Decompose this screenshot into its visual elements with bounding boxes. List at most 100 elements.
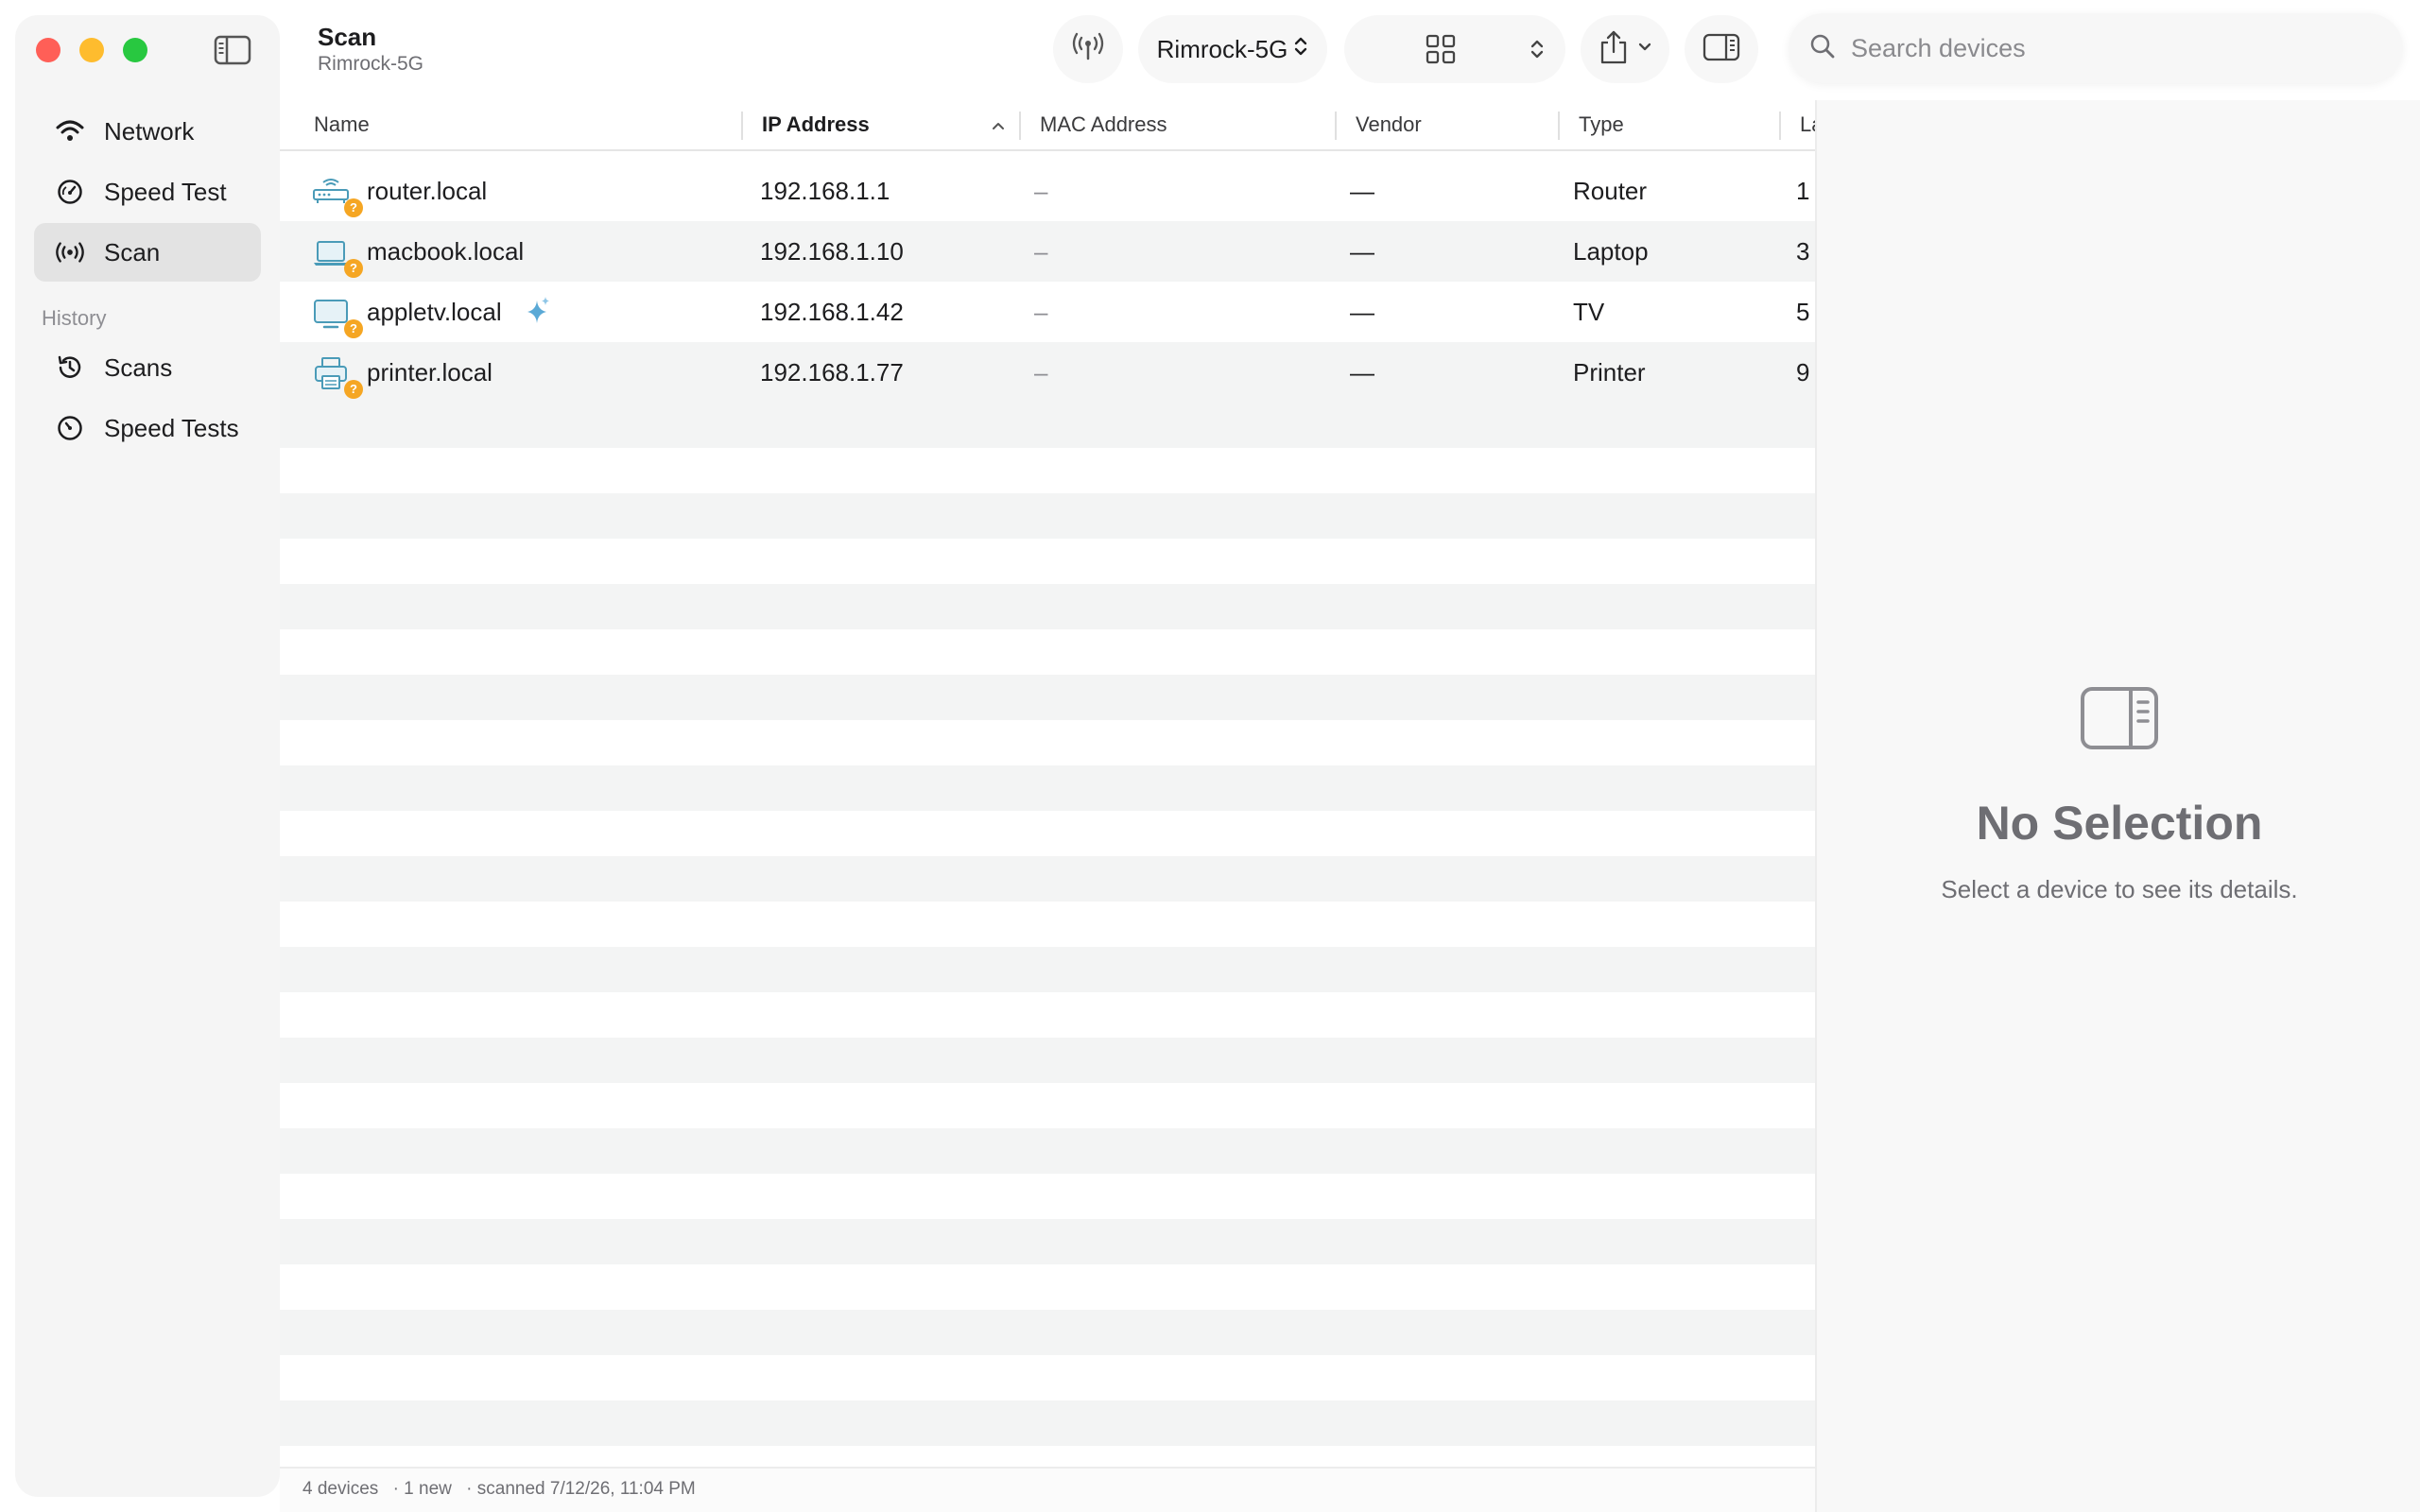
column-header-name[interactable]: Name <box>314 100 370 149</box>
device-name: printer.local <box>367 358 493 387</box>
no-selection-title: No Selection <box>1976 797 2263 850</box>
device-name: appletv.local <box>367 298 502 326</box>
device-last-seen: 3 <box>1796 237 1810 266</box>
search-bar[interactable] <box>1789 13 2403 83</box>
device-vendor: — <box>1350 177 1374 205</box>
column-header-type[interactable]: Type <box>1579 100 1624 149</box>
empty-row <box>280 1038 1815 1083</box>
empty-row <box>280 629 1815 675</box>
column-divider[interactable] <box>1558 112 1560 140</box>
column-divider[interactable] <box>1335 112 1337 140</box>
sidebar-item-label: Scan <box>104 237 161 266</box>
unknown-status-badge: ? <box>344 380 363 399</box>
empty-row <box>280 811 1815 856</box>
empty-row <box>280 539 1815 584</box>
minimize-window-button[interactable] <box>79 38 104 62</box>
sidebar-item-speed-tests[interactable]: Speed Tests <box>34 399 261 457</box>
sidebar-item-speed-test[interactable]: Speed Test <box>34 163 261 221</box>
new-device-sparkle-icon <box>524 295 552 327</box>
chevron-up-down-icon <box>1530 37 1545 66</box>
unknown-status-badge: ? <box>344 198 363 217</box>
chevron-up-down-icon <box>1293 34 1308 65</box>
column-header-ip-address[interactable]: IP Address <box>762 100 870 149</box>
device-ip: 192.168.1.77 <box>760 358 904 387</box>
empty-row <box>280 1355 1815 1400</box>
broadcast-icon <box>55 237 85 267</box>
device-vendor: — <box>1350 358 1374 387</box>
device-mac: – <box>1034 358 1048 387</box>
share-icon <box>1598 29 1630 70</box>
column-header-mac-address[interactable]: MAC Address <box>1040 100 1167 149</box>
history-section-label: History <box>42 306 107 330</box>
zoom-window-button[interactable] <box>123 38 147 62</box>
empty-row <box>280 584 1815 629</box>
device-count: 4 devices <box>302 1479 379 1499</box>
network-selector[interactable]: Rimrock-5G <box>1138 15 1327 83</box>
empty-row <box>280 675 1815 720</box>
sidebar-item-label: Scans <box>104 352 173 382</box>
status-bar: 4 devices · 1 new · scanned 7/12/26, 11:… <box>280 1467 1815 1512</box>
device-last-seen: 5 <box>1796 298 1810 326</box>
empty-row <box>280 1219 1815 1264</box>
clock-icon <box>55 413 85 443</box>
empty-row-stripes <box>280 403 1815 1467</box>
device-ip: 192.168.1.10 <box>760 237 904 266</box>
sidebar-toggle-icon[interactable] <box>214 34 251 66</box>
network-selector-label: Rimrock-5G <box>1156 34 1288 63</box>
gauge-icon <box>55 177 85 207</box>
sort-ascending-icon[interactable] <box>991 119 1006 136</box>
inspector-toggle-button[interactable] <box>1685 15 1758 83</box>
column-divider[interactable] <box>1019 112 1021 140</box>
device-ip: 192.168.1.1 <box>760 177 890 205</box>
wifi-status-button[interactable] <box>1053 15 1123 83</box>
empty-row <box>280 1083 1815 1128</box>
table-row[interactable]: ? macbook.local 192.168.1.10 – — Laptop … <box>280 221 1815 282</box>
device-mac: – <box>1034 237 1048 266</box>
device-mac: – <box>1034 298 1048 326</box>
scan-timestamp: · scanned 7/12/26, 11:04 PM <box>466 1479 696 1499</box>
grid-icon <box>1426 34 1456 69</box>
column-header-last-seen[interactable]: La <box>1800 100 1815 149</box>
column-divider[interactable] <box>1779 112 1781 140</box>
table-row[interactable]: ? printer.local 192.168.1.77 – — Printer… <box>280 342 1815 403</box>
new-device-count: · 1 new <box>392 1479 452 1499</box>
page-subtitle: Rimrock-5G <box>318 53 424 75</box>
empty-row <box>280 720 1815 765</box>
history-icon <box>55 352 85 383</box>
device-last-seen: 1 <box>1796 177 1810 205</box>
device-type: Laptop <box>1573 237 1649 266</box>
empty-row <box>280 947 1815 992</box>
sidebar-item-label: Speed Test <box>104 177 227 206</box>
device-name: router.local <box>367 177 488 205</box>
sidebar-item-network[interactable]: Network <box>34 102 261 161</box>
share-button[interactable] <box>1581 15 1669 83</box>
inspector-panel-icon <box>1703 32 1740 67</box>
wifi-icon <box>55 116 85 146</box>
empty-row <box>280 1128 1815 1174</box>
empty-row <box>280 902 1815 947</box>
chevron-down-icon <box>1637 41 1652 58</box>
empty-row <box>280 1310 1815 1355</box>
empty-row <box>280 765 1815 811</box>
view-mode-selector[interactable] <box>1344 15 1565 83</box>
device-type: Printer <box>1573 358 1646 387</box>
antenna-icon <box>1070 32 1106 67</box>
empty-row <box>280 992 1815 1038</box>
table-row[interactable]: ? appletv.local 192.168.1.42 – — TV 5 <box>280 282 1815 342</box>
inspector-panel-icon <box>2080 686 2159 750</box>
close-window-button[interactable] <box>36 38 60 62</box>
sidebar-item-scan[interactable]: Scan <box>34 223 261 282</box>
sidebar-item-label: Network <box>104 116 195 146</box>
empty-row <box>280 1264 1815 1310</box>
column-header-vendor[interactable]: Vendor <box>1356 100 1422 149</box>
table-row[interactable]: ? router.local 192.168.1.1 – — Router 1 <box>280 161 1815 221</box>
device-last-seen: 9 <box>1796 358 1810 387</box>
column-divider[interactable] <box>741 112 743 140</box>
sidebar-item-scans[interactable]: Scans <box>34 338 261 397</box>
device-name: macbook.local <box>367 237 525 266</box>
sidebar-item-label: Speed Tests <box>104 413 239 442</box>
empty-row <box>280 448 1815 493</box>
empty-row <box>280 403 1815 448</box>
device-type: TV <box>1573 298 1605 326</box>
search-input[interactable] <box>1851 33 2380 63</box>
